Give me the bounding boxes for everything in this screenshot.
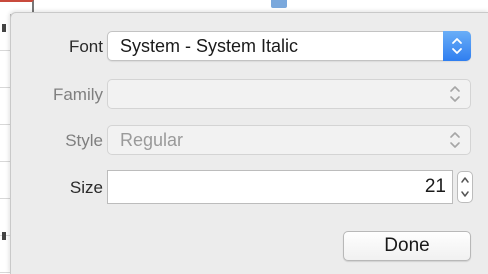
ruler-tick: [2, 24, 6, 32]
size-field[interactable]: 21: [107, 170, 453, 204]
up-down-chevron-icon: [443, 31, 471, 61]
family-popup-button[interactable]: [107, 79, 471, 109]
stepper-down-arrow-icon[interactable]: [458, 187, 472, 202]
font-popup-button[interactable]: System - System Italic: [107, 31, 471, 61]
family-label: Family: [52, 85, 103, 104]
font-value: System - System Italic: [120, 36, 299, 56]
done-button[interactable]: Done: [343, 231, 471, 261]
size-stepper[interactable]: [457, 171, 473, 203]
style-value: Regular: [120, 130, 184, 150]
style-row: Style Regular: [11, 125, 488, 157]
style-label: Style: [65, 131, 103, 150]
size-label: Size: [69, 178, 103, 197]
font-label: Font: [68, 37, 103, 56]
background-shape: [0, 0, 34, 12]
up-down-chevron-icon: [444, 126, 466, 154]
style-popup-button[interactable]: Regular: [107, 125, 471, 155]
font-popover: Font System - System Italic Family Style…: [10, 12, 488, 274]
ruler-tick: [2, 232, 6, 240]
up-down-chevron-icon: [444, 80, 466, 108]
size-row: Size 21: [11, 170, 488, 206]
stepper-up-arrow-icon[interactable]: [458, 172, 472, 187]
size-value: 21: [424, 176, 446, 197]
font-row: Font System - System Italic: [11, 31, 488, 63]
background-selection: [271, 0, 287, 8]
family-row: Family: [11, 79, 488, 111]
